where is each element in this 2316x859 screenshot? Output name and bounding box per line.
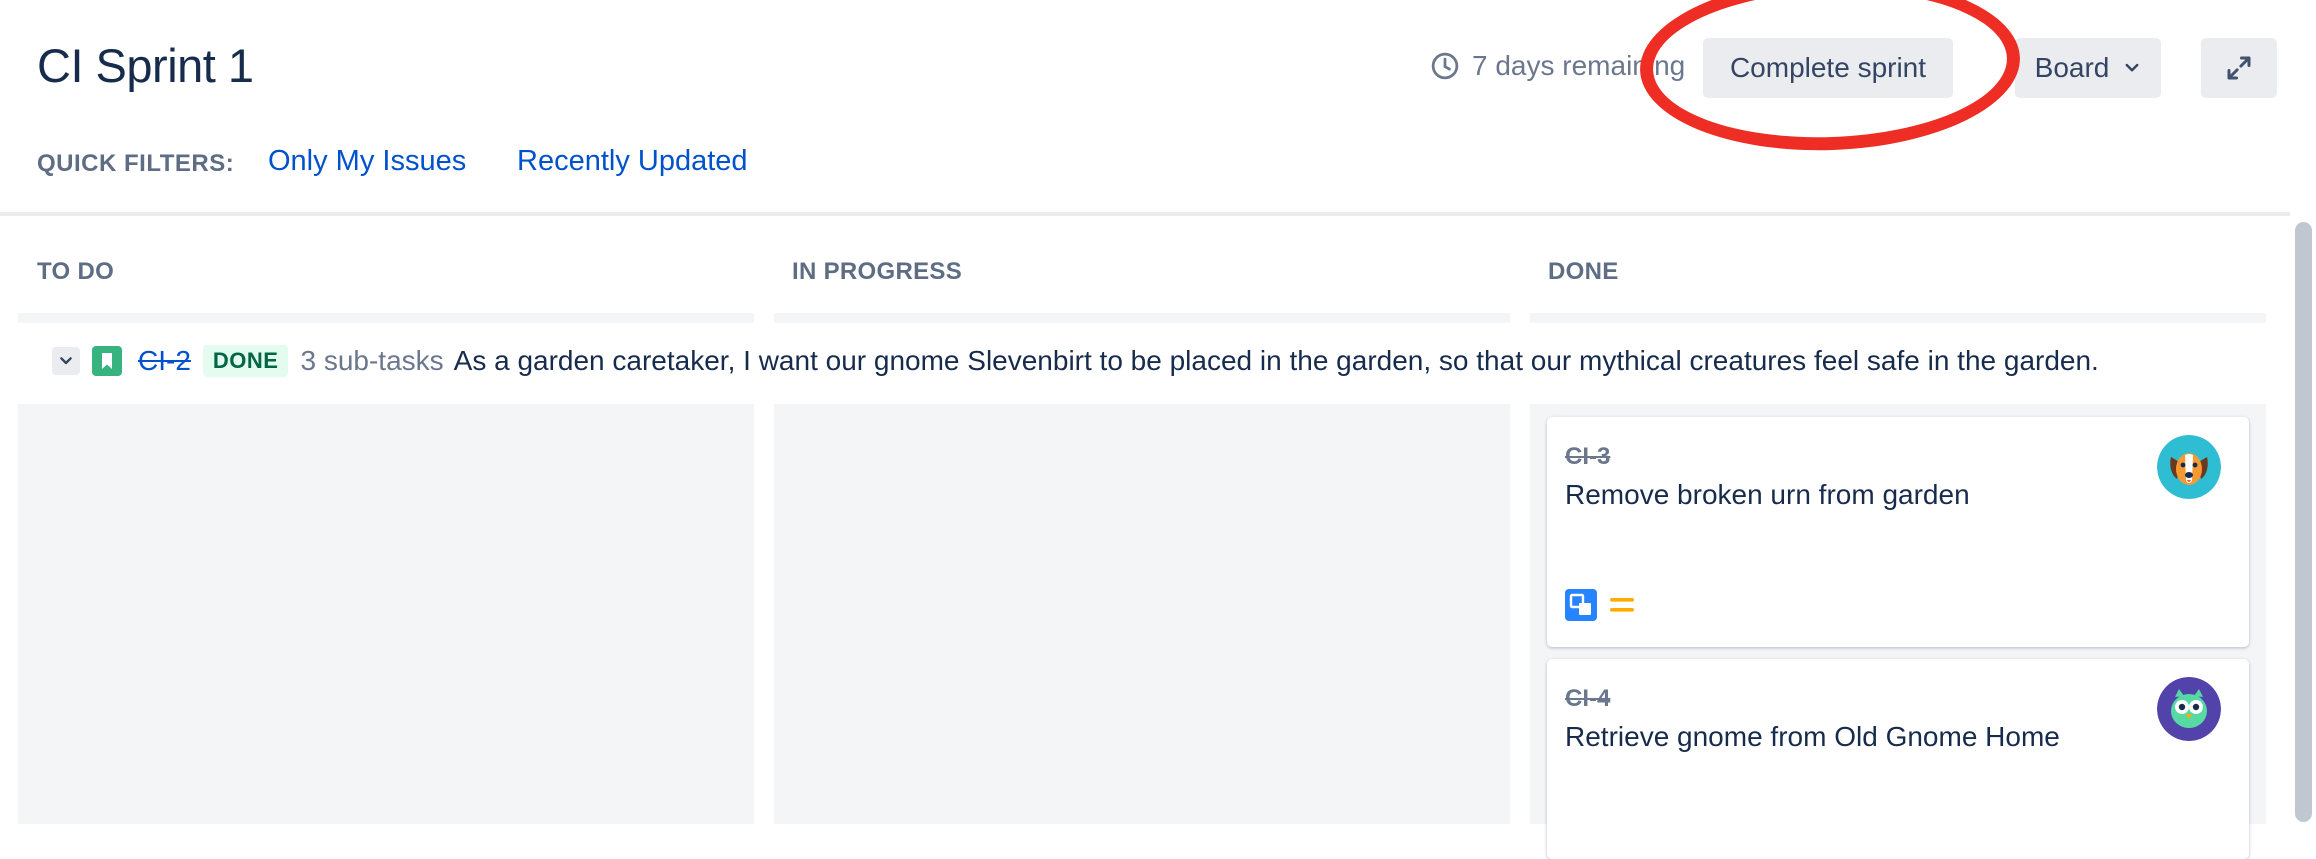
card-summary: Remove broken urn from garden bbox=[1565, 479, 1970, 510]
board-dropdown-button[interactable]: Board bbox=[2015, 38, 2161, 98]
header-divider bbox=[0, 212, 2290, 216]
story-icon bbox=[92, 346, 122, 376]
chevron-down-icon bbox=[2125, 63, 2139, 72]
column-in-progress[interactable] bbox=[774, 404, 1510, 824]
annotation-ellipse bbox=[1637, 0, 2023, 157]
column-header-strip-todo bbox=[18, 313, 754, 323]
dog-avatar-icon[interactable] bbox=[2157, 435, 2221, 499]
swimlane-collapse-button[interactable] bbox=[52, 347, 80, 375]
status-badge: DONE bbox=[202, 345, 289, 377]
subtask-count: 3 sub-tasks bbox=[300, 345, 444, 376]
swimlane-header[interactable]: CI-2 DONE 3 sub-tasks As a garden careta… bbox=[52, 345, 2099, 377]
quick-filters-label: QUICK FILTERS: bbox=[37, 150, 235, 177]
quick-filter-only-my-issues[interactable]: Only My Issues bbox=[268, 145, 466, 178]
column-title-done: DONE bbox=[1548, 258, 1619, 285]
column-title-in-progress: IN PROGRESS bbox=[792, 258, 962, 285]
chevron-down-icon bbox=[60, 357, 72, 365]
column-header-strip-done bbox=[1530, 313, 2266, 323]
subtask-icon bbox=[1565, 589, 1597, 621]
page-title: CI Sprint 1 bbox=[37, 39, 254, 92]
column-todo[interactable] bbox=[18, 404, 754, 824]
issue-card[interactable]: CI-4 Retrieve gnome from Old Gnome Home bbox=[1547, 659, 2249, 859]
card-summary: Retrieve gnome from Old Gnome Home bbox=[1565, 721, 2060, 752]
clock-icon bbox=[1431, 52, 1459, 80]
issue-card[interactable]: CI-3 Remove broken urn from garden bbox=[1547, 417, 2249, 647]
fullscreen-button[interactable] bbox=[2201, 38, 2277, 98]
expand-icon bbox=[2227, 56, 2251, 80]
swimlane-issue-key[interactable]: CI-2 bbox=[138, 345, 191, 377]
owl-avatar-icon[interactable] bbox=[2157, 677, 2221, 741]
column-title-todo: TO DO bbox=[37, 258, 115, 285]
column-header-strip-in-progress bbox=[774, 313, 1510, 323]
swimlane-summary: As a garden caretaker, I want our gnome … bbox=[453, 345, 2099, 376]
card-issue-key[interactable]: CI-3 bbox=[1565, 443, 1610, 471]
scrollbar-thumb[interactable] bbox=[2295, 222, 2312, 822]
quick-filter-recently-updated[interactable]: Recently Updated bbox=[517, 145, 748, 178]
card-issue-key[interactable]: CI-4 bbox=[1565, 685, 1610, 713]
board-button-label: Board bbox=[2034, 52, 2110, 83]
medium-priority-icon bbox=[1610, 598, 1634, 612]
